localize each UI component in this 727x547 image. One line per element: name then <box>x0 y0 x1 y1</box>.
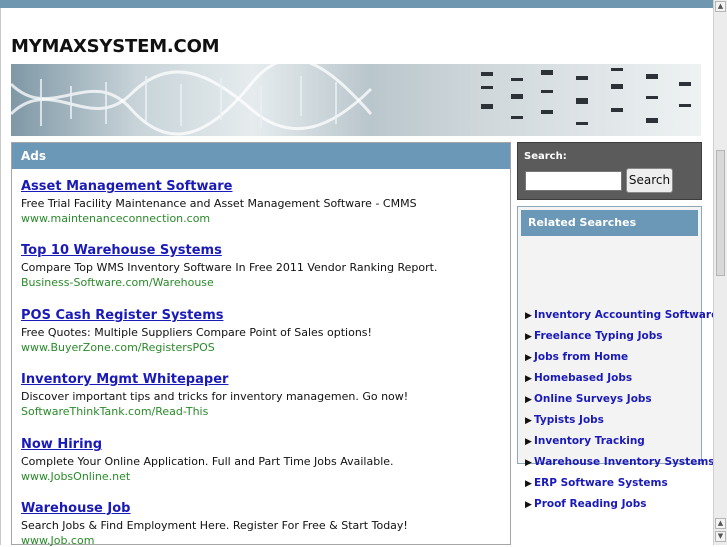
site-title: MYMAXSYSTEM.COM <box>11 36 220 57</box>
scroll-down-icon[interactable]: ▼ <box>715 531 726 542</box>
arrow-right-icon: ▶ <box>525 353 532 363</box>
vertical-scrollbar[interactable]: ▲ ▲ ▼ <box>713 0 727 545</box>
top-bar <box>0 0 713 8</box>
search-panel: Search: Search <box>517 142 702 200</box>
related-search-link[interactable]: ▶ Freelance Typing Jobs <box>525 330 663 342</box>
related-search-link[interactable]: ▶ Warehouse Inventory Systems <box>525 456 715 468</box>
ad-item: Now Hiring Complete Your Online Applicat… <box>21 437 394 483</box>
arrow-right-icon: ▶ <box>525 395 532 405</box>
header-banner-image <box>11 64 701 136</box>
search-input[interactable] <box>525 171 622 191</box>
ad-title-link[interactable]: Inventory Mgmt Whitepaper <box>21 372 408 387</box>
related-search-link[interactable]: ▶ Online Surveys Jobs <box>525 393 652 405</box>
ad-description: Free Quotes: Multiple Suppliers Compare … <box>21 326 372 339</box>
arrow-right-icon: ▶ <box>525 458 532 468</box>
ad-title-link[interactable]: POS Cash Register Systems <box>21 308 372 323</box>
ad-item: Warehouse Job Search Jobs & Find Employm… <box>21 501 408 547</box>
ad-description: Search Jobs & Find Employment Here. Regi… <box>21 519 408 532</box>
related-search-link[interactable]: ▶ Proof Reading Jobs <box>525 498 646 510</box>
ad-url[interactable]: www.Job.com <box>21 534 408 547</box>
arrow-right-icon: ▶ <box>525 311 532 321</box>
arrow-right-icon: ▶ <box>525 374 532 384</box>
ad-description: Free Trial Facility Maintenance and Asse… <box>21 197 417 210</box>
ad-url[interactable]: www.BuyerZone.com/RegistersPOS <box>21 341 372 354</box>
ads-panel: Ads Asset Management Software Free Trial… <box>11 142 511 547</box>
ad-description: Discover important tips and tricks for i… <box>21 390 409 403</box>
scrollbar-thumb[interactable] <box>716 150 725 276</box>
related-search-link[interactable]: ▶ Inventory Tracking <box>525 435 645 447</box>
arrow-right-icon: ▶ <box>525 479 532 489</box>
arrow-right-icon: ▶ <box>525 332 532 342</box>
search-label: Search: <box>524 151 567 162</box>
ad-description: Compare Top WMS Inventory Software In Fr… <box>21 261 438 274</box>
ad-title-link[interactable]: Warehouse Job <box>21 501 408 516</box>
ad-url[interactable]: www.maintenanceconnection.com <box>21 212 417 225</box>
ad-url[interactable]: SoftwareThinkTank.com/Read-This <box>21 405 408 418</box>
related-searches-panel: Related Searches ▶ Inventory Accounting S… <box>517 206 718 510</box>
ad-url[interactable]: Business-Software.com/Warehouse <box>21 276 437 289</box>
related-search-link[interactable]: ▶ Typists Jobs <box>525 414 604 426</box>
scroll-up-icon[interactable]: ▲ <box>715 518 726 529</box>
ad-item: Top 10 Warehouse Systems Compare Top WMS… <box>21 243 437 289</box>
ad-url[interactable]: www.JobsOnline.net <box>21 470 394 483</box>
ad-item: Asset Management Software Free Trial Fac… <box>21 179 417 225</box>
ad-item: Inventory Mgmt Whitepaper Discover impor… <box>21 372 408 418</box>
related-search-link[interactable]: ▶ Homebased Jobs <box>525 372 632 384</box>
ad-title-link[interactable]: Now Hiring <box>21 437 394 452</box>
arrow-right-icon: ▶ <box>525 416 532 426</box>
ad-item: POS Cash Register Systems Free Quotes: M… <box>21 308 372 354</box>
ads-header: Ads <box>12 143 510 169</box>
ad-title-link[interactable]: Top 10 Warehouse Systems <box>21 243 437 258</box>
related-search-link[interactable]: ▶ ERP Software Systems <box>525 477 668 489</box>
scroll-up-icon[interactable]: ▲ <box>715 1 726 12</box>
related-searches-header: Related Searches <box>521 210 698 236</box>
arrow-right-icon: ▶ <box>525 437 532 447</box>
related-search-link[interactable]: ▶ Inventory Accounting Software <box>525 309 718 321</box>
search-button[interactable]: Search <box>626 168 673 193</box>
arrow-right-icon: ▶ <box>525 500 532 510</box>
ad-title-link[interactable]: Asset Management Software <box>21 179 417 194</box>
ad-description: Complete Your Online Application. Full a… <box>21 455 394 468</box>
sidebar: Search: Search Related Searches ▶ Invento… <box>517 142 718 510</box>
related-search-link[interactable]: ▶ Jobs from Home <box>525 351 628 363</box>
